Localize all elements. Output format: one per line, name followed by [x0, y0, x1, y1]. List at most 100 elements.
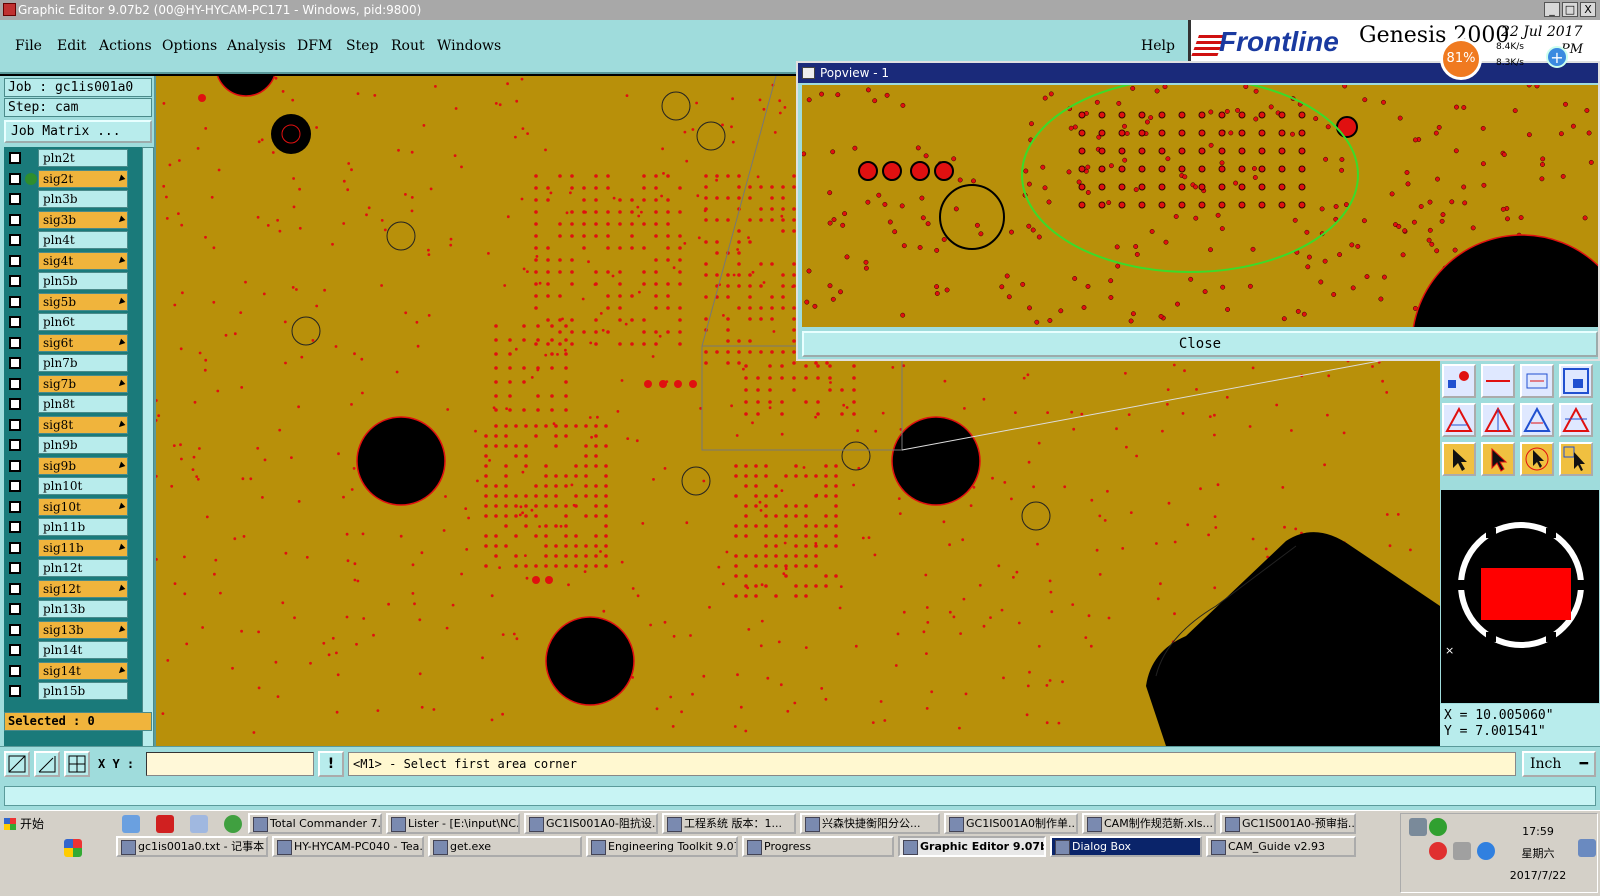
layer-row[interactable]: sig6t — [6, 333, 128, 352]
layer-row[interactable]: pln2t — [6, 149, 128, 167]
taskbar-button[interactable]: GC1IS001A0-阻抗设... — [524, 813, 658, 834]
menu-dfm[interactable]: DFM — [297, 38, 332, 54]
snap-center-button[interactable] — [1481, 403, 1515, 437]
layer-checkbox[interactable] — [9, 275, 21, 287]
layer-checkbox[interactable] — [9, 254, 21, 267]
pointer-transform-button[interactable] — [1559, 442, 1593, 476]
layer-row[interactable]: sig12t — [6, 579, 128, 598]
layer-name[interactable]: sig13b — [38, 620, 128, 639]
layer-name[interactable]: sig8t — [38, 415, 128, 434]
layer-checkbox[interactable] — [9, 562, 21, 574]
layer-checkbox[interactable] — [9, 295, 21, 308]
taskbar-button[interactable]: Engineering Toolkit 9.07... — [586, 836, 738, 857]
tray-app-icon[interactable] — [1477, 842, 1495, 860]
layer-row[interactable]: pln10t — [6, 477, 128, 495]
minimize-button[interactable]: _ — [1544, 2, 1560, 17]
layer-checkbox[interactable] — [9, 541, 21, 554]
menu-options[interactable]: Options — [162, 38, 217, 54]
layer-name[interactable]: sig6t — [38, 333, 128, 352]
layer-name[interactable]: sig2t — [38, 169, 128, 188]
taskbar-button[interactable]: Total Commander 7.... — [248, 813, 382, 834]
snap-edge-button[interactable] — [1520, 403, 1554, 437]
layer-row[interactable]: sig8t — [6, 415, 128, 434]
taskbar-button[interactable]: get.exe — [428, 836, 582, 857]
layer-row[interactable]: sig3b — [6, 210, 128, 229]
layer-checkbox[interactable] — [9, 316, 21, 328]
layer-name[interactable]: pln10t — [38, 477, 128, 495]
grid-toggle-button[interactable] — [64, 751, 90, 777]
quicklaunch-browser-icon[interactable] — [122, 815, 140, 833]
layer-checkbox[interactable] — [9, 398, 21, 410]
layer-name[interactable]: pln7b — [38, 354, 128, 372]
layer-row[interactable]: pln9b — [6, 436, 128, 454]
alert-button[interactable]: ! — [318, 751, 344, 777]
layer-checkbox[interactable] — [9, 603, 21, 615]
layer-name[interactable]: pln15b — [38, 682, 128, 700]
popview-close-button[interactable]: Close — [802, 331, 1598, 357]
maximize-button[interactable]: □ — [1562, 2, 1578, 17]
tray-network-icon[interactable] — [1429, 818, 1447, 836]
taskbar-button[interactable]: Progress — [742, 836, 894, 857]
pointer-move-button[interactable] — [1520, 442, 1554, 476]
close-window-button[interactable]: X — [1580, 2, 1596, 17]
menu-windows[interactable]: Windows — [437, 38, 501, 54]
layer-row[interactable]: pln3b — [6, 190, 128, 208]
layer-name[interactable]: pln3b — [38, 190, 128, 208]
layer-name[interactable]: pln9b — [38, 436, 128, 454]
layer-checkbox[interactable] — [9, 459, 21, 472]
layer-row[interactable]: pln8t — [6, 395, 128, 413]
layer-checkbox[interactable] — [9, 521, 21, 533]
layer-name[interactable]: pln5b — [38, 272, 128, 290]
layer-name[interactable]: sig12t — [38, 579, 128, 598]
layer-row[interactable]: pln13b — [6, 600, 128, 618]
layer-checkbox[interactable] — [9, 500, 21, 513]
layer-row[interactable]: pln14t — [6, 641, 128, 659]
pointer-select-button[interactable] — [1481, 442, 1515, 476]
layer-checkbox[interactable] — [9, 172, 21, 185]
layer-row[interactable]: sig14t — [6, 661, 128, 680]
snap-intersect-button[interactable] — [1559, 403, 1593, 437]
taskbar-button[interactable]: HY-HYCAM-PC040 - Tea... — [272, 836, 424, 857]
layer-name[interactable]: sig11b — [38, 538, 128, 557]
plus-icon[interactable]: + — [1546, 46, 1568, 68]
show-desktop-icon[interactable] — [1578, 839, 1596, 857]
menu-step[interactable]: Step — [346, 38, 378, 54]
layer-row[interactable]: sig4t — [6, 251, 128, 270]
layer-row[interactable]: pln15b — [6, 682, 128, 700]
menu-help[interactable]: Help — [1141, 38, 1175, 54]
network-speed-widget[interactable]: 81% 8.4K/s 8.3K/s + — [1440, 38, 1570, 80]
layer-name[interactable]: pln8t — [38, 395, 128, 413]
layer-checkbox[interactable] — [9, 623, 21, 636]
taskbar-button[interactable]: gc1is001a0.txt - 记事本 — [116, 836, 268, 857]
layer-checkbox[interactable] — [9, 418, 21, 431]
layer-row[interactable]: sig9b — [6, 456, 128, 475]
quicklaunch-windows-icon[interactable] — [64, 839, 82, 857]
menu-rout[interactable]: Rout — [391, 38, 425, 54]
measure-angle-button[interactable] — [34, 751, 60, 777]
layer-checkbox[interactable] — [9, 234, 21, 246]
units-dropdown[interactable]: Inch ━ — [1522, 751, 1596, 777]
taskbar-button[interactable]: Lister - [E:\input\NC... — [386, 813, 520, 834]
layer-row[interactable]: pln5b — [6, 272, 128, 290]
start-button[interactable]: 开始 — [2, 813, 54, 835]
taskbar-button[interactable]: 工程系统 版本：1... — [662, 813, 796, 834]
pointer-tool-button[interactable] — [1442, 442, 1476, 476]
layer-checkbox[interactable] — [9, 357, 21, 369]
overview-drawing[interactable]: × — [1441, 490, 1600, 705]
layer-row[interactable]: sig10t — [6, 497, 128, 516]
menu-analysis[interactable]: Analysis — [227, 38, 286, 54]
select-tool-button[interactable] — [1442, 364, 1476, 398]
layer-name[interactable]: sig14t — [38, 661, 128, 680]
quicklaunch-document-icon[interactable] — [190, 815, 208, 833]
layer-checkbox[interactable] — [9, 664, 21, 677]
layer-checkbox[interactable] — [9, 582, 21, 595]
layer-row[interactable]: sig5b — [6, 292, 128, 311]
layer-name[interactable]: pln12t — [38, 559, 128, 577]
quicklaunch-pdf-icon[interactable] — [156, 815, 174, 833]
xy-input[interactable] — [146, 752, 314, 776]
layer-row[interactable]: pln12t — [6, 559, 128, 577]
layer-row[interactable]: sig13b — [6, 620, 128, 639]
layer-name[interactable]: sig7b — [38, 374, 128, 393]
menu-actions[interactable]: Actions — [99, 38, 152, 54]
popview-drawing[interactable] — [802, 85, 1598, 327]
